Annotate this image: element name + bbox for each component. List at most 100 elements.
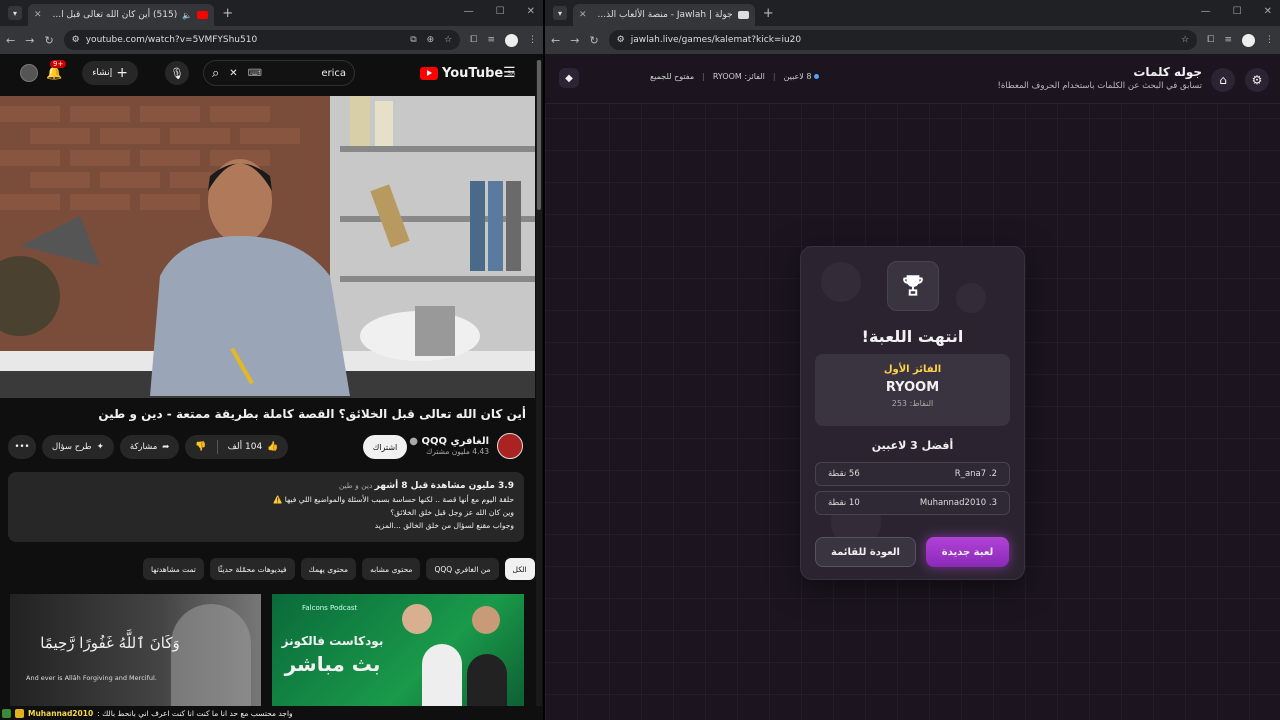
notifications-bell-icon[interactable]: 🔔 9+ [46,59,67,81]
forward-icon[interactable]: → [570,34,579,47]
back-icon[interactable]: ← [6,34,15,47]
new-tab-button[interactable]: + [763,6,774,21]
tab-search-button[interactable]: ▾ [553,6,567,20]
site-info-icon[interactable]: ⚙ [617,35,625,45]
address-bar[interactable]: ⚙ jawlah.live/games/kalemat?kick=iu20 ☆ [608,30,1198,50]
video-frame-illustration [0,96,535,398]
new-tab-button[interactable]: + [222,6,233,21]
reload-icon[interactable]: ↻ [44,34,53,47]
subscriber-count: 4.43 مليون مشترك [426,447,489,456]
chip-similar[interactable]: محتوى مشابه [362,558,421,580]
bookmark-star-icon[interactable]: ☆ [1181,35,1189,45]
stream-chat-overlay: Muhannad2010 واجد محتسب مع حد انا ما كنت… [0,706,543,720]
speaker-icon[interactable]: 🔈 [182,11,192,20]
show-more-link[interactable]: ...المزيد [375,521,401,530]
player-points: 56 نقطة [828,469,860,479]
new-game-button[interactable]: لعبة جديدة [926,537,1009,567]
share-button[interactable]: ➦ مشاركة [119,435,180,459]
settings-gear-icon[interactable]: ⚙ [1245,68,1269,92]
install-icon[interactable]: ⧉ [410,35,416,45]
game-over-title: انتهت اللعبة! [861,327,964,346]
reload-icon[interactable]: ↻ [589,34,598,47]
sidebar-icon[interactable]: ≡ [1224,35,1232,45]
sidebar-icon[interactable]: ≡ [487,35,495,45]
channel-avatar[interactable] [497,433,523,459]
tab-close-icon[interactable]: ✕ [579,10,587,20]
tab-close-icon[interactable]: ✕ [34,10,42,20]
video-description[interactable]: 3.9 مليون مشاهدة قبل 8 أشهر دين و طين حل… [8,472,524,542]
share-label: مشاركة [129,442,158,452]
tab-youtube[interactable]: 🔈 (515) أين كان الله تعالى قبل ا... ✕ [28,4,215,26]
keyboard-icon[interactable]: ⌨ [248,68,262,79]
ask-label: طرح سؤال [52,442,92,452]
chip-from-channel[interactable]: من الغافري QQQ [426,558,499,580]
subscribe-button[interactable]: اشتراك [363,435,407,459]
channel-name[interactable]: الغافري QQQ [421,436,489,447]
more-actions-icon[interactable]: ••• [8,435,36,459]
related-video-thumbnail-2[interactable]: Falcons Podcast بودكاست فالكونز بث مباشر [272,594,524,720]
chip-watched[interactable]: تمت مشاهدتها [143,558,204,580]
like-button[interactable]: 👍 104 ألف [218,435,289,459]
maximize-icon[interactable]: ☐ [1233,6,1242,17]
profile-avatar[interactable] [505,33,518,47]
ask-question-button[interactable]: ✦ طرح سؤال [42,435,114,459]
quran-verse-text: وَكَانَ ٱللَّهُ غَفُورًا رَّحِيمًا [40,634,180,652]
back-icon[interactable]: ← [551,34,560,47]
profile-avatar[interactable] [1242,33,1255,47]
video-player[interactable] [0,96,535,398]
youtube-logo[interactable]: YouTube SA [420,66,515,81]
bookmark-star-icon[interactable]: ☆ [444,35,452,45]
tab-search-button[interactable]: ▾ [8,6,22,20]
chat-username: Muhannad2010 [28,708,94,718]
search-input[interactable]: erica [321,68,346,79]
chip-recently-uploaded[interactable]: فيديوهات محمّلة حديثًا [209,558,295,580]
chip-all[interactable]: الكل [504,558,535,580]
game-title: جوله كلمات [1133,65,1202,79]
search-icon[interactable]: ⌕ [212,66,219,81]
address-bar[interactable]: ⚙ youtube.com/watch?v=5VMFYShu510 ⧉ ⊕ ☆ [63,30,461,50]
jawlah-favicon-icon [737,11,749,19]
chat-badge-icon [15,708,24,718]
tab-strip: ▾ 🔈 (515) أين كان الله تعالى قبل ا... ✕ … [0,0,543,26]
browser-menu-icon[interactable]: ⋮ [1265,35,1274,45]
site-info-icon[interactable]: ⚙ [72,35,80,45]
forward-icon[interactable]: → [25,34,34,47]
browser-menu-icon[interactable]: ⋮ [528,35,537,45]
maximize-icon[interactable]: ☐ [496,6,505,17]
voice-search-mic-icon[interactable]: 🎙 [165,61,189,85]
back-to-menu-button[interactable]: العودة للقائمة [815,537,916,567]
url-text: jawlah.live/games/kalemat?kick=iu20 [630,35,802,45]
kick-logo-icon[interactable]: ◆ [559,68,579,88]
create-button[interactable]: إنشاء + [82,61,138,85]
online-dot-icon [814,74,820,79]
chat-message: واجد محتسب مع حد انا ما كنت انا كنت اعرف… [97,708,293,718]
verse-translation: And ever is Allāh Forgiving and Merciful… [26,674,157,682]
tab-jawlah[interactable]: جولة | Jawlah - منصة الألعاب الذ... ✕ [573,4,755,26]
like-count: 104 ألف [227,442,263,452]
youtube-play-icon [420,66,438,80]
clear-search-icon[interactable]: ✕ [229,68,237,79]
close-window-icon[interactable]: ✕ [1264,6,1272,17]
decor-bubble [821,262,861,302]
first-place-label: الفائز الأول [883,364,942,375]
page-scrollbar[interactable] [536,60,542,720]
guest-face-2 [472,606,500,634]
extensions-icon[interactable]: ⧠ [470,35,477,45]
extensions-icon[interactable]: ⧠ [1207,35,1214,45]
scrollbar-thumb[interactable] [537,60,541,210]
hamburger-menu-icon[interactable]: ☰ [503,65,516,81]
first-place-points: النقاط: 253 [891,399,934,408]
minimize-icon[interactable]: — [464,6,474,17]
video-title: أين كان الله تعالى قبل الخلائق؟ القصة كا… [98,407,526,421]
related-video-thumbnail-1[interactable]: وَكَانَ ٱللَّهُ غَفُورًا رَّحِيمًا And e… [10,594,261,720]
home-icon[interactable]: ⌂ [1211,68,1235,92]
player-points: 10 نقطة [828,498,860,508]
minimize-icon[interactable]: — [1201,6,1211,17]
game-header: ⚙ ⌂ جوله كلمات تسابق في البحث عن الكلمات… [545,54,1280,104]
dislike-button[interactable]: 👎 [185,435,216,459]
search-box[interactable]: ⌕ ✕ ⌨ erica [203,60,355,86]
chip-for-you[interactable]: محتوى يهمك [300,558,357,580]
zoom-icon[interactable]: ⊕ [427,35,435,45]
account-avatar[interactable] [20,64,38,82]
close-window-icon[interactable]: ✕ [527,6,535,17]
